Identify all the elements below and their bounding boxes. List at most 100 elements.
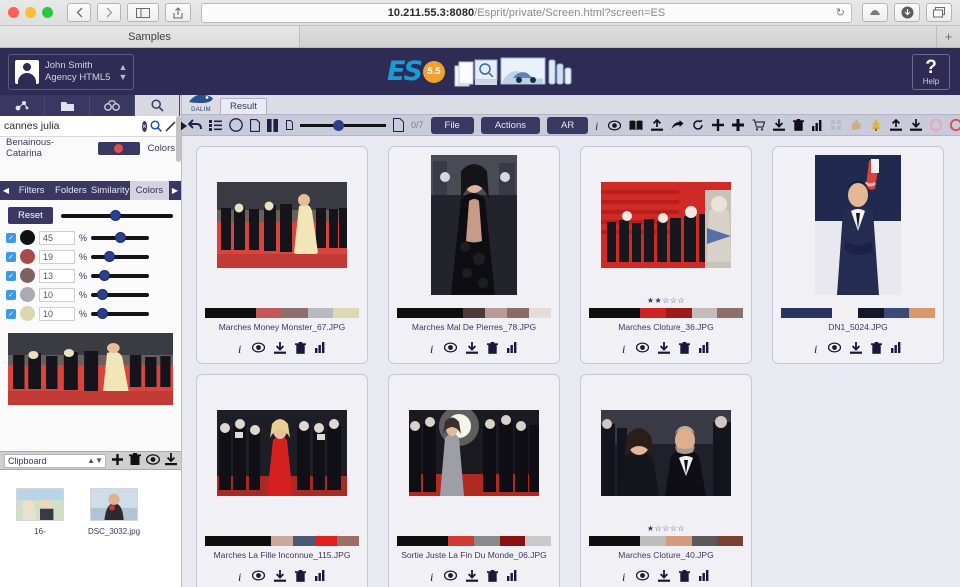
preview-thumbnail[interactable]	[8, 333, 173, 405]
color-swatch[interactable]	[20, 268, 35, 283]
eye-icon[interactable]	[251, 570, 266, 585]
sidebar-scrollbar[interactable]	[176, 116, 181, 451]
clear-search-icon[interactable]: ×	[142, 120, 147, 132]
delete-clipboard-button[interactable]	[129, 452, 141, 469]
asset-card[interactable]: ★★☆☆☆ Marches Cloture_36.JPGi	[580, 146, 752, 364]
asset-card[interactable]: Marches La Fille Inconnue_115.JPG i	[196, 374, 368, 587]
info-icon[interactable]: i	[238, 342, 243, 357]
reload-icon[interactable]: ↻	[836, 6, 845, 19]
color-swatch[interactable]	[20, 249, 35, 264]
tab-colors[interactable]: Colors	[129, 181, 169, 200]
new-tab-button[interactable]: +	[936, 26, 960, 47]
slider-knob[interactable]	[332, 119, 344, 131]
asset-thumbnail[interactable]	[205, 383, 359, 523]
minimize-window-button[interactable]	[25, 7, 36, 18]
circle-rose-icon[interactable]	[930, 119, 943, 131]
share-button[interactable]	[165, 3, 191, 22]
color-tolerance-slider[interactable]	[91, 308, 149, 320]
trash-icon[interactable]	[487, 570, 498, 585]
book-icon[interactable]	[629, 120, 643, 131]
stats-icon[interactable]	[699, 570, 710, 585]
ar-button[interactable]: AR	[546, 116, 589, 134]
actions-button[interactable]: Actions	[480, 116, 540, 134]
thumbnail-size-slider[interactable]	[300, 119, 386, 131]
color-enable-checkbox[interactable]: ✓	[6, 289, 16, 300]
asset-filename[interactable]: Sortie Juste La Fin Du Monde_06.JPG	[401, 550, 547, 560]
download-alt-icon[interactable]	[910, 119, 923, 131]
asset-card[interactable]: DN1_5024.JPG i	[772, 146, 944, 364]
user-account-selector[interactable]: John Smith Agency HTML5 ▲ ▼	[8, 53, 135, 90]
sidebar-toggle-button[interactable]	[127, 3, 159, 22]
asset-thumbnail[interactable]	[397, 383, 551, 523]
close-window-button[interactable]	[8, 7, 19, 18]
refresh-icon[interactable]	[692, 119, 704, 131]
maximize-window-button[interactable]	[42, 7, 53, 18]
info-icon[interactable]: i	[595, 119, 600, 131]
color-enable-checkbox[interactable]: ✓	[6, 308, 16, 319]
download-icon[interactable]	[274, 570, 286, 585]
trash-icon[interactable]	[295, 570, 306, 585]
upload-alt-icon[interactable]	[890, 119, 903, 131]
asset-card[interactable]: Marches Money Monster_67.JPG i	[196, 146, 368, 364]
sidebar-item-binoculars[interactable]	[90, 95, 135, 116]
clipboard-item[interactable]: 16-	[14, 488, 66, 587]
rating-stars[interactable]: ★★☆☆☆	[647, 295, 685, 306]
hand-icon[interactable]	[850, 119, 862, 131]
stats-icon[interactable]	[812, 119, 823, 131]
sidebar-item-search[interactable]	[135, 95, 180, 116]
info-icon[interactable]: i	[430, 570, 435, 585]
color-tolerance-slider[interactable]	[91, 232, 149, 244]
eye-icon[interactable]	[827, 342, 842, 357]
color-tolerance-slider[interactable]	[91, 251, 149, 263]
eye-icon[interactable]	[251, 342, 266, 357]
color-tolerance-slider[interactable]	[91, 270, 149, 282]
tabs-overview-button[interactable]	[926, 3, 952, 22]
downloads-button[interactable]	[894, 3, 920, 22]
reset-button[interactable]: Reset	[8, 207, 53, 224]
back-button[interactable]	[67, 3, 91, 22]
trash-icon[interactable]	[793, 119, 805, 131]
asset-filename[interactable]: Marches Cloture_36.JPG	[618, 322, 713, 332]
tab-folders[interactable]: Folders	[51, 181, 90, 200]
asset-thumbnail[interactable]	[589, 155, 743, 295]
address-bar[interactable]: 10.211.55.3:8080/Esprit/private/Screen.h…	[201, 2, 852, 23]
columns-icon[interactable]	[267, 118, 279, 132]
stats-icon[interactable]	[891, 342, 902, 357]
help-button[interactable]: ? Help	[912, 54, 950, 90]
color-enable-checkbox[interactable]: ✓	[6, 232, 16, 243]
slider-knob[interactable]	[115, 232, 127, 243]
clipboard-select[interactable]: Clipboard ▲▼	[4, 453, 106, 468]
asset-filename[interactable]: Marches La Fille Inconnue_115.JPG	[214, 550, 351, 560]
asset-thumbnail[interactable]	[589, 383, 743, 523]
color-tolerance-slider[interactable]	[91, 289, 149, 301]
eye-icon[interactable]	[635, 342, 650, 357]
info-icon[interactable]: i	[622, 342, 627, 357]
stats-icon[interactable]	[507, 570, 518, 585]
undo-icon[interactable]	[188, 119, 202, 131]
download-icon[interactable]	[773, 119, 786, 131]
asset-card[interactable]: ★☆☆☆☆ Marches Cloture_40.JPG i	[580, 374, 752, 587]
slider-knob[interactable]	[110, 210, 122, 221]
stats-icon[interactable]	[699, 342, 710, 357]
asset-filename[interactable]: Marches Mal De Pierres_78.JPG	[412, 322, 536, 332]
trash-icon[interactable]	[679, 570, 690, 585]
privacy-icon[interactable]	[862, 3, 888, 22]
stepper-icon[interactable]: ▲▼	[118, 62, 127, 82]
download-clipboard-button[interactable]	[165, 452, 177, 469]
facet-prev-icon[interactable]: ◀	[0, 181, 12, 200]
circle-red-icon[interactable]	[950, 119, 960, 131]
download-icon[interactable]	[658, 570, 670, 585]
asset-thumbnail[interactable]	[205, 155, 359, 295]
slider-knob[interactable]	[99, 270, 111, 281]
asset-card[interactable]: Marches Mal De Pierres_78.JPG i	[388, 146, 560, 364]
view-clipboard-button[interactable]	[145, 453, 161, 468]
forward-button[interactable]	[97, 3, 121, 22]
eye-icon[interactable]	[443, 342, 458, 357]
tree-icon[interactable]	[870, 119, 882, 131]
clipboard-item[interactable]: DSC_3032.jpg	[88, 488, 140, 587]
info-icon[interactable]: i	[814, 342, 819, 357]
trash-icon[interactable]	[487, 342, 498, 357]
download-icon[interactable]	[466, 342, 478, 357]
color-swatch[interactable]	[20, 230, 35, 245]
download-icon[interactable]	[466, 570, 478, 585]
